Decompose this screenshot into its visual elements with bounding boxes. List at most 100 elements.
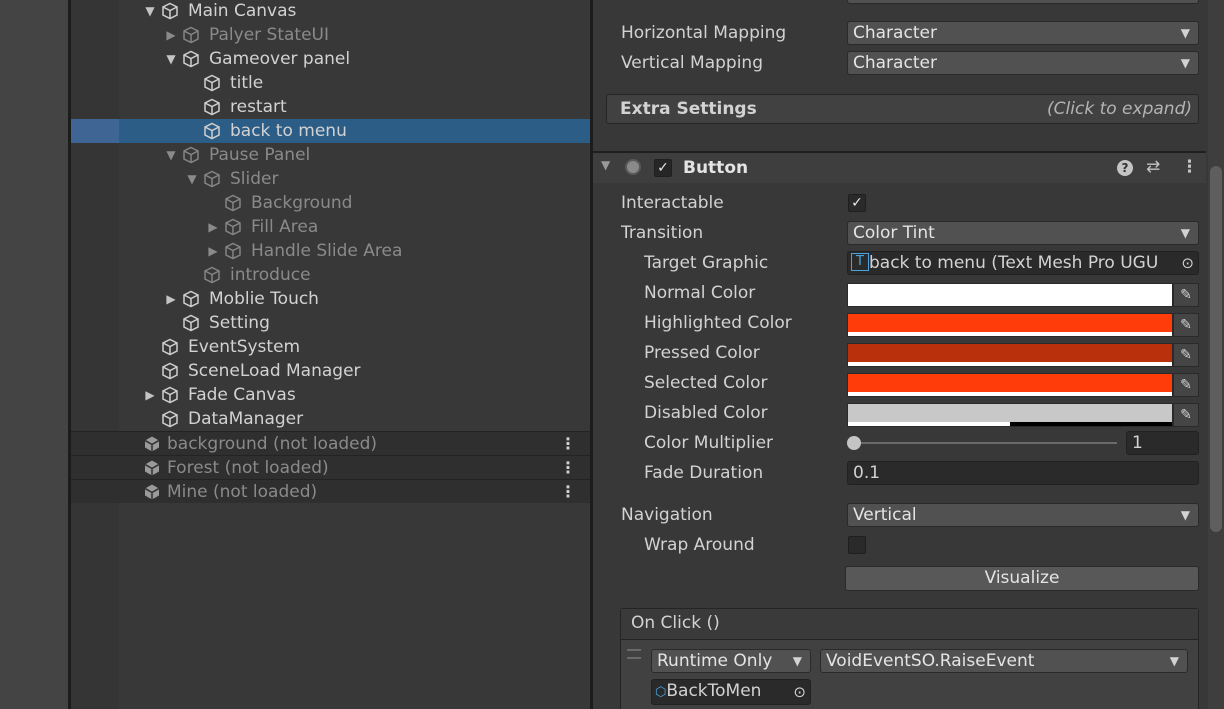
hierarchy-item[interactable]: ▶ Handle Slide Area	[71, 239, 590, 263]
foldout-expanded-icon[interactable]: ▼	[143, 0, 157, 23]
chevron-down-icon: ▼	[1180, 26, 1190, 40]
scene-row[interactable]: Mine (not loaded) ⋮	[71, 479, 590, 503]
dropdown-value: Character	[853, 53, 937, 73]
component-icon	[625, 159, 641, 175]
foldout-collapsed-icon[interactable]: ▶	[206, 215, 220, 239]
hierarchy-item[interactable]: DataManager	[71, 407, 590, 431]
color-swatch-field[interactable]	[847, 373, 1173, 397]
runtime-mode-dropdown[interactable]: Runtime Only ▼	[651, 649, 811, 673]
wrap-around-label: Wrap Around	[644, 535, 755, 555]
color-multiplier-slider-track[interactable]	[847, 442, 1117, 444]
kebab-menu-icon[interactable]: ⋮	[560, 480, 576, 504]
horizontal-mapping-dropdown[interactable]: Character ▼	[847, 21, 1199, 45]
component-enabled-checkbox[interactable]: ✓	[654, 159, 672, 177]
hierarchy-item-label: Setting	[209, 313, 270, 333]
foldout-expanded-icon[interactable]: ▼	[164, 47, 178, 71]
interactable-checkbox[interactable]: ✓	[848, 194, 866, 212]
inspector-panel: Horizontal Mapping Character ▼ Vertical …	[593, 0, 1224, 709]
color-multiplier-slider-thumb[interactable]	[847, 436, 861, 450]
event-target-object-field[interactable]: ⬡BackToMen ⊙	[651, 679, 811, 705]
left-toolbar-strip	[0, 0, 68, 709]
vertical-mapping-dropdown[interactable]: Character ▼	[847, 51, 1199, 75]
cube-icon	[224, 242, 242, 260]
hierarchy-item[interactable]: title	[71, 71, 590, 95]
hierarchy-item-label: Pause Panel	[209, 145, 311, 165]
scene-row[interactable]: Forest (not loaded) ⋮	[71, 455, 590, 479]
target-icon[interactable]: ⊙	[793, 681, 806, 703]
foldout-collapsed-icon[interactable]: ▶	[143, 383, 157, 407]
hierarchy-item[interactable]: ▶ Fade Canvas	[71, 383, 590, 407]
cube-icon	[161, 2, 179, 20]
alpha-bar	[848, 362, 1172, 366]
chevron-down-icon: ▼	[1180, 226, 1190, 240]
kebab-menu-icon[interactable]: ⋮	[560, 432, 576, 456]
extra-settings-foldout[interactable]: Extra Settings (Click to expand)	[606, 94, 1199, 124]
transition-dropdown[interactable]: Color Tint ▼	[847, 221, 1199, 245]
color-multiplier-input[interactable]: 1	[1126, 431, 1199, 455]
hierarchy-item[interactable]: EventSystem	[71, 335, 590, 359]
cube-icon	[161, 386, 179, 404]
hierarchy-item-label: restart	[230, 97, 287, 117]
hierarchy-item[interactable]: introduce	[71, 263, 590, 287]
navigation-label: Navigation	[621, 505, 713, 525]
scene-row[interactable]: background (not loaded) ⋮	[71, 431, 590, 455]
cube-icon	[203, 74, 221, 92]
hierarchy-item[interactable]: SceneLoad Manager	[71, 359, 590, 383]
hierarchy-item-label: back to menu	[230, 121, 347, 141]
hierarchy-item[interactable]: Background	[71, 191, 590, 215]
color-swatch-field[interactable]	[847, 313, 1173, 337]
scene-label: Forest (not loaded)	[167, 458, 329, 478]
unity-scene-icon	[143, 483, 161, 501]
eyedropper-icon[interactable]: ✎	[1173, 373, 1199, 397]
hierarchy-item[interactable]: ▶ Palyer StateUI	[71, 23, 590, 47]
hierarchy-item-label: Handle Slide Area	[251, 241, 403, 261]
hierarchy-item[interactable]: restart	[71, 95, 590, 119]
wrap-around-checkbox[interactable]	[848, 536, 866, 554]
color-swatch-field[interactable]	[847, 283, 1173, 307]
eyedropper-icon[interactable]: ✎	[1173, 313, 1199, 337]
button-component-header[interactable]: ▼ ✓ Button ? ⇄ ⋮	[593, 153, 1206, 183]
foldout-collapsed-icon[interactable]: ▶	[164, 23, 178, 47]
inspector-scrollbar-thumb[interactable]	[1210, 166, 1222, 532]
hierarchy-item-label: Slider	[230, 169, 279, 189]
cube-icon	[182, 50, 200, 68]
fade-duration-input[interactable]: 0.1	[847, 461, 1199, 485]
color-swatch-field[interactable]	[847, 343, 1173, 367]
hierarchy-item[interactable]: ▼ Slider	[71, 167, 590, 191]
target-graphic-field[interactable]: Tback to menu (Text Mesh Pro UGU ⊙	[847, 251, 1199, 275]
cube-icon	[203, 266, 221, 284]
hierarchy-item[interactable]: back to menu	[71, 119, 590, 143]
target-icon[interactable]: ⊙	[1181, 252, 1194, 274]
eyedropper-icon[interactable]: ✎	[1173, 403, 1199, 427]
hierarchy-item[interactable]: ▼ Pause Panel	[71, 143, 590, 167]
presets-icon[interactable]: ⇄	[1146, 157, 1160, 177]
kebab-menu-icon[interactable]: ⋮	[1181, 157, 1198, 177]
drag-handle-icon[interactable]	[627, 649, 641, 659]
hierarchy-item[interactable]: Setting	[71, 311, 590, 335]
target-graphic-label: Target Graphic	[644, 253, 769, 273]
hierarchy-item-label: SceneLoad Manager	[188, 361, 361, 381]
hierarchy-item[interactable]: ▼ Main Canvas	[71, 0, 590, 23]
color-swatch-field[interactable]	[847, 403, 1173, 427]
cube-icon	[224, 194, 242, 212]
kebab-menu-icon[interactable]: ⋮	[560, 456, 576, 480]
foldout-expanded-icon[interactable]: ▼	[185, 167, 199, 191]
hierarchy-panel: ▼ Main Canvas ▶ Palyer StateUI ▼ Gameover pan…	[71, 0, 590, 709]
foldout-arrow-icon[interactable]: ▼	[601, 158, 610, 172]
hierarchy-item[interactable]: ▼ Gameover panel	[71, 47, 590, 71]
navigation-dropdown[interactable]: Vertical ▼	[847, 503, 1199, 527]
help-icon[interactable]: ?	[1117, 160, 1133, 176]
hierarchy-item-label: Fill Area	[251, 217, 319, 237]
hierarchy-item[interactable]: ▶ Fill Area	[71, 215, 590, 239]
alpha-bar	[848, 332, 1172, 336]
eyedropper-icon[interactable]: ✎	[1173, 343, 1199, 367]
text-component-icon: T	[851, 252, 869, 271]
foldout-expanded-icon[interactable]: ▼	[164, 143, 178, 167]
foldout-collapsed-icon[interactable]: ▶	[206, 239, 220, 263]
partial-field[interactable]	[847, 0, 1199, 4]
foldout-collapsed-icon[interactable]: ▶	[164, 287, 178, 311]
eyedropper-icon[interactable]: ✎	[1173, 283, 1199, 307]
visualize-button[interactable]: Visualize	[845, 566, 1199, 591]
hierarchy-item[interactable]: ▶ Moblie Touch	[71, 287, 590, 311]
function-dropdown[interactable]: VoidEventSO.RaiseEvent ▼	[820, 649, 1188, 673]
